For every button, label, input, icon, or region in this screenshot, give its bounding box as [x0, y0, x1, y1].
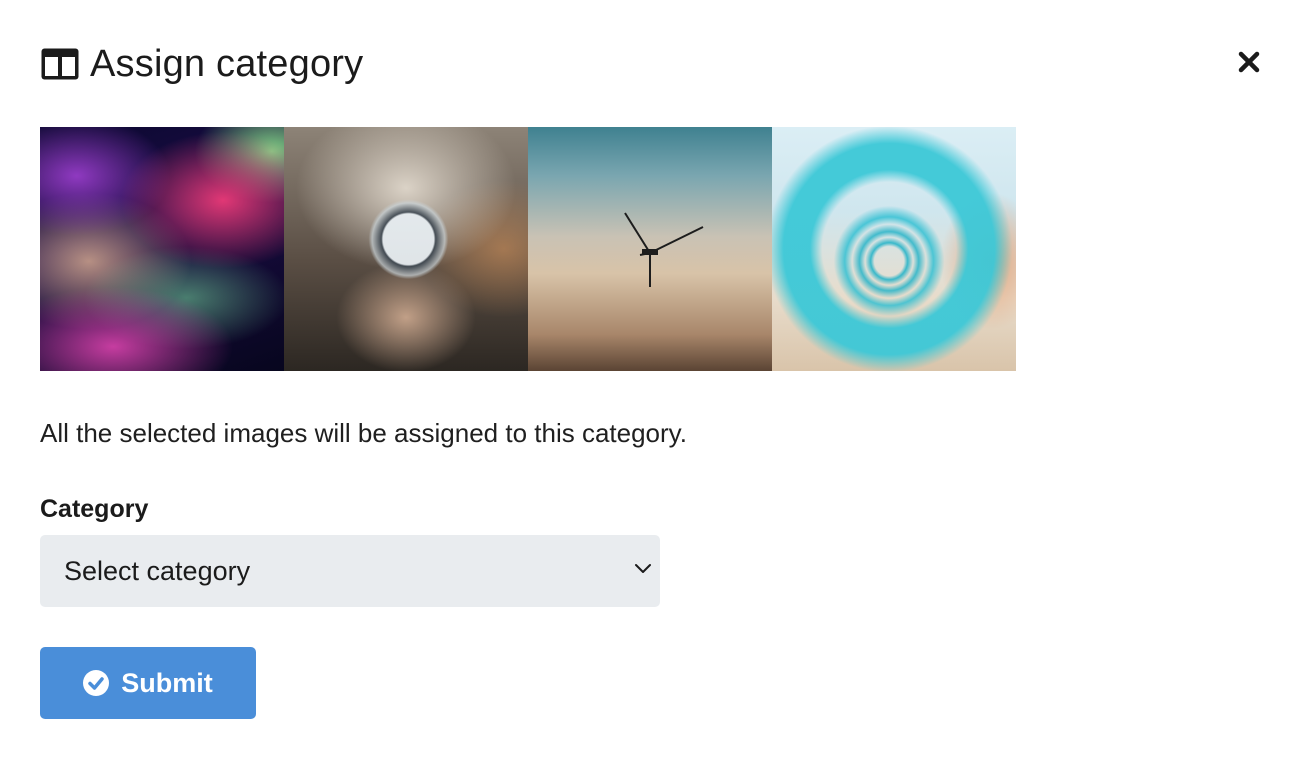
category-label: Category — [40, 495, 149, 523]
assign-category-modal: Assign category All the selected images … — [0, 0, 1300, 758]
spiral-lens-image — [772, 127, 1016, 371]
close-button[interactable] — [1238, 50, 1260, 74]
assign-description: All the selected images will be assigned… — [40, 418, 687, 448]
submit-label: Submit — [121, 667, 213, 698]
columns-icon — [40, 47, 80, 81]
abstract-waves-image — [40, 127, 284, 371]
modal-header: Assign category — [40, 40, 363, 88]
category-select[interactable]: Select category — [40, 535, 660, 607]
crystal-ball-image — [284, 127, 528, 371]
modal-title: Assign category — [90, 42, 364, 85]
chevron-down-icon — [635, 564, 651, 573]
submit-button[interactable]: Submit — [40, 647, 256, 719]
check-circle-icon — [83, 670, 110, 696]
close-icon — [1238, 51, 1260, 73]
selected-images-gallery — [40, 127, 1016, 371]
wind-turbine-image — [528, 127, 772, 371]
category-select-value: Select category — [64, 555, 251, 586]
